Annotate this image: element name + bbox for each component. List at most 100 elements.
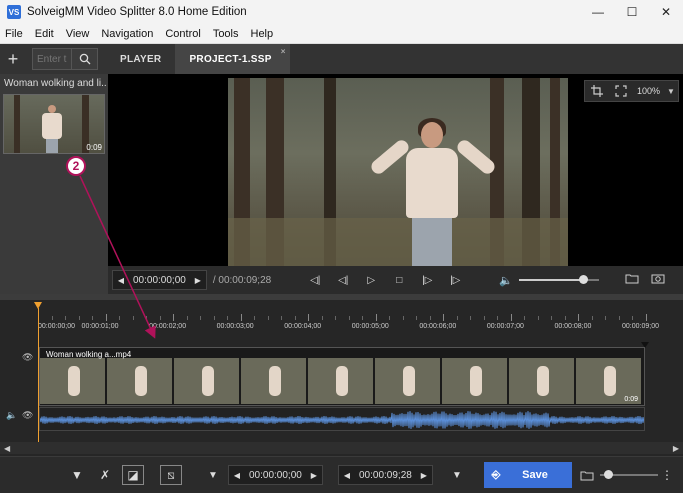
ruler-tick-label: 00:00:05;00 (351, 323, 389, 330)
ruler-tick (578, 314, 580, 321)
tab-close-icon[interactable]: × (281, 47, 286, 56)
audio-mute-icon[interactable]: 🔈 (6, 410, 17, 421)
clip-frame (40, 358, 107, 404)
ruler-minor-tick (267, 316, 269, 320)
audio-track[interactable] (39, 407, 645, 431)
filter-clear-icon[interactable]: ✗ (94, 465, 116, 485)
ruler-minor-tick (159, 316, 161, 320)
bottom-bar: ▼ ✗ ◪ ⧅ ▼ ◀ 00:00:00;00 ▶ ◀ 00:00:09;28 … (0, 456, 683, 493)
thumbnail-duration: 0:09 (86, 143, 102, 152)
stop-icon[interactable]: □ (385, 270, 413, 290)
ruler-tick (443, 314, 445, 321)
menu-navigation[interactable]: Navigation (96, 28, 160, 40)
start-timecode[interactable]: 00:00:00;00 (245, 470, 306, 481)
minimize-button[interactable]: — (581, 0, 615, 24)
title-bar: VS SolveigMM Video Splitter 8.0 Home Edi… (0, 0, 683, 24)
play-icon[interactable]: ▷ (357, 270, 385, 290)
audio-visibility-icon[interactable]: 👁 (22, 410, 33, 421)
timecode-prev-icon[interactable]: ◀ (113, 276, 129, 285)
start-prev-icon[interactable]: ◀ (229, 471, 245, 480)
menu-edit[interactable]: Edit (30, 28, 61, 40)
media-thumbnail[interactable]: 0:09 (3, 94, 105, 154)
close-button[interactable]: ✕ (649, 0, 683, 24)
clip-frame (174, 358, 241, 404)
go-start-icon[interactable]: ◁| (301, 270, 329, 290)
menu-tools[interactable]: Tools (208, 28, 246, 40)
clip-frame (375, 358, 442, 404)
menu-control[interactable]: Control (160, 28, 207, 40)
time-ruler[interactable]: 00:00:00;00 00:00:01;00 00:00:02;00 00:00:0… (30, 314, 659, 336)
ruler-tick-label: 00:00:03;00 (216, 323, 254, 330)
clip-frame (241, 358, 308, 404)
tab-player[interactable]: PLAYER (106, 44, 175, 74)
tab-project[interactable]: PROJECT-1.SSP × (175, 44, 290, 74)
window-title: SolveigMM Video Splitter 8.0 Home Editio… (27, 6, 247, 18)
output-folder-icon[interactable] (576, 465, 598, 485)
step-forward-icon[interactable]: |▷ (413, 270, 441, 290)
chevron-down-icon[interactable]: ▼ (664, 81, 678, 101)
timeline-zoom-knob[interactable] (604, 470, 613, 479)
start-timecode-box[interactable]: ◀ 00:00:00;00 ▶ (228, 465, 323, 485)
app-logo-icon: VS (7, 5, 21, 19)
ruler-minor-tick (119, 316, 121, 320)
save-label: Save (522, 469, 548, 481)
maximize-button[interactable]: ☐ (615, 0, 649, 24)
filter-icon[interactable]: ▼ (66, 465, 88, 485)
ruler-tick (105, 314, 107, 321)
scroll-left-icon[interactable]: ◀ (4, 444, 10, 453)
menu-file[interactable]: File (0, 28, 30, 40)
go-end-icon[interactable]: |▷ (441, 270, 469, 290)
ruler-minor-tick (362, 316, 364, 320)
start-marker-icon[interactable]: ▼ (202, 465, 224, 485)
playhead[interactable] (38, 308, 39, 444)
start-next-icon[interactable]: ▶ (306, 471, 322, 480)
menu-view[interactable]: View (61, 28, 97, 40)
ruler-tick-label: 00:00:07;00 (486, 323, 524, 330)
fullscreen-icon[interactable] (609, 81, 633, 101)
video-visibility-icon[interactable]: 👁 (22, 352, 33, 363)
clip-frame (107, 358, 174, 404)
ruler-tick-label: 00:00:00;00 (38, 323, 75, 330)
search-icon[interactable] (72, 48, 98, 70)
snapshot-icon[interactable] (645, 273, 671, 287)
clip-frame (509, 358, 576, 404)
ruler-minor-tick (92, 316, 94, 320)
volume-icon[interactable]: 🔈 (499, 274, 513, 287)
end-timecode[interactable]: 00:00:09;28 (355, 470, 416, 481)
ruler-minor-tick (281, 316, 283, 320)
search-input[interactable] (32, 48, 72, 70)
current-timecode-box[interactable]: ◀ 00:00:00;00 ▶ (112, 270, 207, 290)
menu-help[interactable]: Help (246, 28, 281, 40)
clip-name: Woman wolking a...mp4 (46, 350, 132, 359)
marker-icon[interactable]: ◪ (122, 465, 144, 485)
crop-icon[interactable] (585, 81, 609, 101)
ruler-minor-tick (618, 316, 620, 320)
timecode-next-icon[interactable]: ▶ (190, 276, 206, 285)
zoom-level[interactable]: 100% (633, 86, 664, 96)
ruler-tick (646, 314, 647, 321)
timeline-scrollbar[interactable]: ◀ ▶ (0, 442, 683, 454)
ruler-minor-tick (402, 316, 404, 320)
end-marker-icon[interactable]: ▼ (446, 465, 468, 485)
ruler-minor-tick (254, 316, 256, 320)
audio-waveform (40, 411, 644, 429)
video-track[interactable]: Woman wolking a...mp4 0:09 (39, 347, 645, 406)
step-back-icon[interactable]: ◁| (329, 270, 357, 290)
split-icon[interactable]: ⧅ (160, 465, 182, 485)
end-prev-icon[interactable]: ◀ (339, 471, 355, 480)
ruler-minor-tick (227, 316, 229, 320)
folder-icon[interactable] (619, 273, 645, 287)
end-next-icon[interactable]: ▶ (416, 471, 432, 480)
save-button[interactable]: ⎆ Save (484, 462, 572, 488)
volume-slider[interactable] (518, 275, 599, 284)
end-timecode-box[interactable]: ◀ 00:00:09;28 ▶ (338, 465, 433, 485)
scroll-right-icon[interactable]: ▶ (673, 444, 679, 453)
ruler-minor-tick (294, 316, 296, 320)
add-media-button[interactable]: + (0, 44, 26, 74)
current-timecode[interactable]: 00:00:00;00 (129, 275, 190, 286)
volume-knob[interactable] (578, 275, 588, 284)
callout-badge: 2 (66, 156, 86, 176)
video-preview[interactable]: 100% ▼ (108, 74, 683, 266)
more-options-icon[interactable]: ⋮ (660, 465, 674, 485)
timeline[interactable]: 00:00:00;00 00:00:01;00 00:00:02;00 00:00:0… (0, 300, 683, 456)
